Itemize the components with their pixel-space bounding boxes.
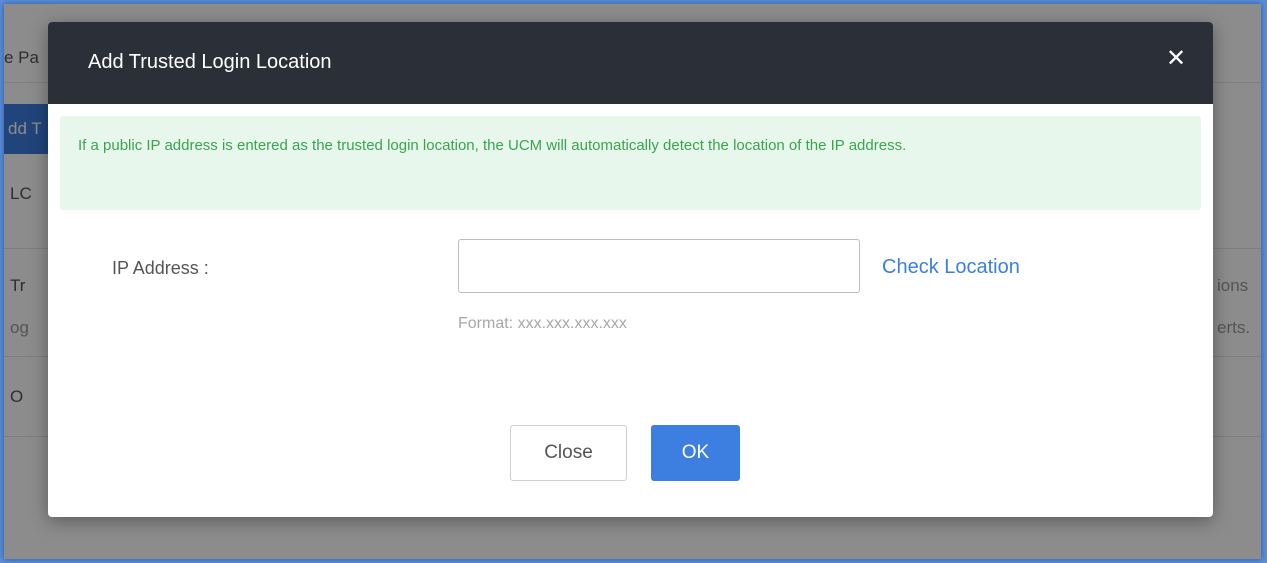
- info-alert: If a public IP address is entered as the…: [60, 116, 1201, 210]
- ip-address-label: IP Address :: [112, 258, 209, 278]
- check-location-link[interactable]: Check Location: [882, 256, 1020, 279]
- ip-address-input[interactable]: [458, 239, 860, 293]
- format-hint: Format: xxx.xxx.xxx.xxx: [458, 315, 627, 332]
- close-icon[interactable]: ✕: [1165, 47, 1187, 71]
- screenshot-frame: e Pa dd T LC Tr og ions erts. O Add Trus…: [4, 4, 1261, 559]
- modal-title: Add Trusted Login Location: [88, 51, 332, 73]
- modal-header: Add Trusted Login Location ✕: [48, 22, 1213, 104]
- close-button[interactable]: Close: [510, 425, 627, 481]
- ok-button[interactable]: OK: [651, 425, 740, 481]
- add-trusted-login-location-dialog: Add Trusted Login Location ✕ If a public…: [48, 22, 1213, 517]
